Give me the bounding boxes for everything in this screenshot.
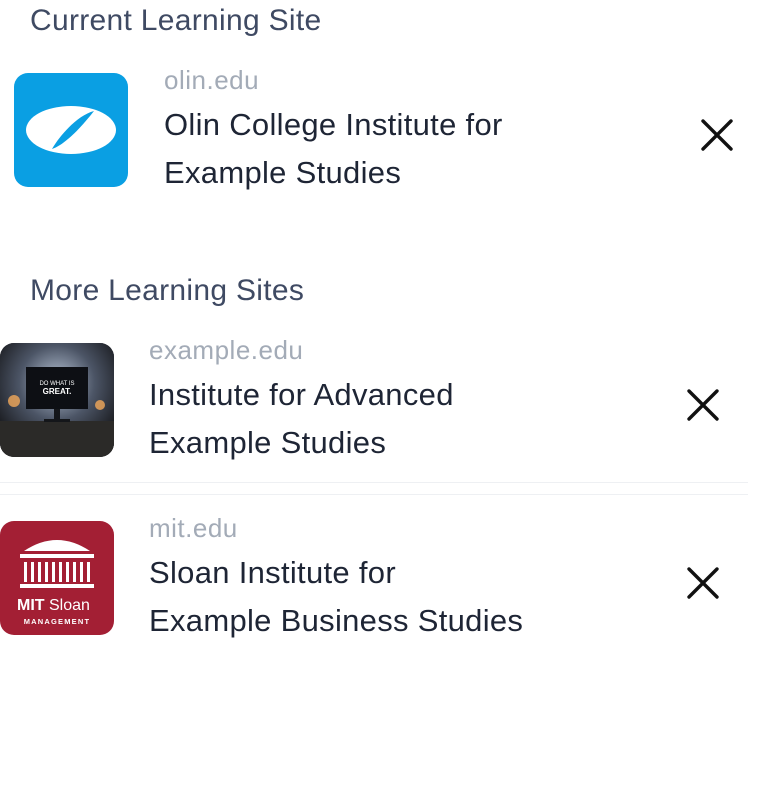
- current-site-heading: Current Learning Site: [30, 4, 322, 37]
- mit-sloan-logo: MIT Sloan MANAGEMENT: [0, 521, 114, 635]
- mit-logo-text: MIT: [17, 597, 45, 614]
- close-icon: [701, 119, 733, 151]
- site-name: Olin College Institute for Example Studi…: [164, 107, 503, 190]
- close-icon: [687, 567, 719, 599]
- site-domain: example.edu: [149, 335, 304, 365]
- site-item-example[interactable]: DO WHAT IS GREAT. example.edu Institute …: [0, 330, 777, 480]
- remove-site-button[interactable]: [681, 383, 725, 427]
- remove-current-site-button[interactable]: [695, 113, 739, 157]
- current-site-item[interactable]: olin.edu Olin College Institute for Exam…: [0, 60, 777, 200]
- list-divider: [0, 482, 748, 483]
- close-icon: [687, 389, 719, 421]
- site-domain: mit.edu: [149, 513, 238, 543]
- site-name: Institute for Advanced Example Studies: [149, 377, 454, 460]
- site-domain: olin.edu: [164, 65, 260, 95]
- more-sites-heading: More Learning Sites: [30, 274, 305, 307]
- management-logo-text: MANAGEMENT: [24, 617, 91, 626]
- olin-logo: [14, 73, 128, 187]
- site-name: Sloan Institute for Example Business Stu…: [149, 555, 524, 638]
- sloan-logo-text: Sloan: [49, 597, 90, 614]
- remove-site-button[interactable]: [681, 561, 725, 605]
- monitor-photo-logo: DO WHAT IS GREAT.: [0, 343, 114, 457]
- monitor-text-bottom: GREAT.: [43, 387, 72, 396]
- list-divider: [0, 494, 748, 495]
- site-item-mit[interactable]: MIT Sloan MANAGEMENT mit.edu Sloan Insti…: [0, 508, 777, 658]
